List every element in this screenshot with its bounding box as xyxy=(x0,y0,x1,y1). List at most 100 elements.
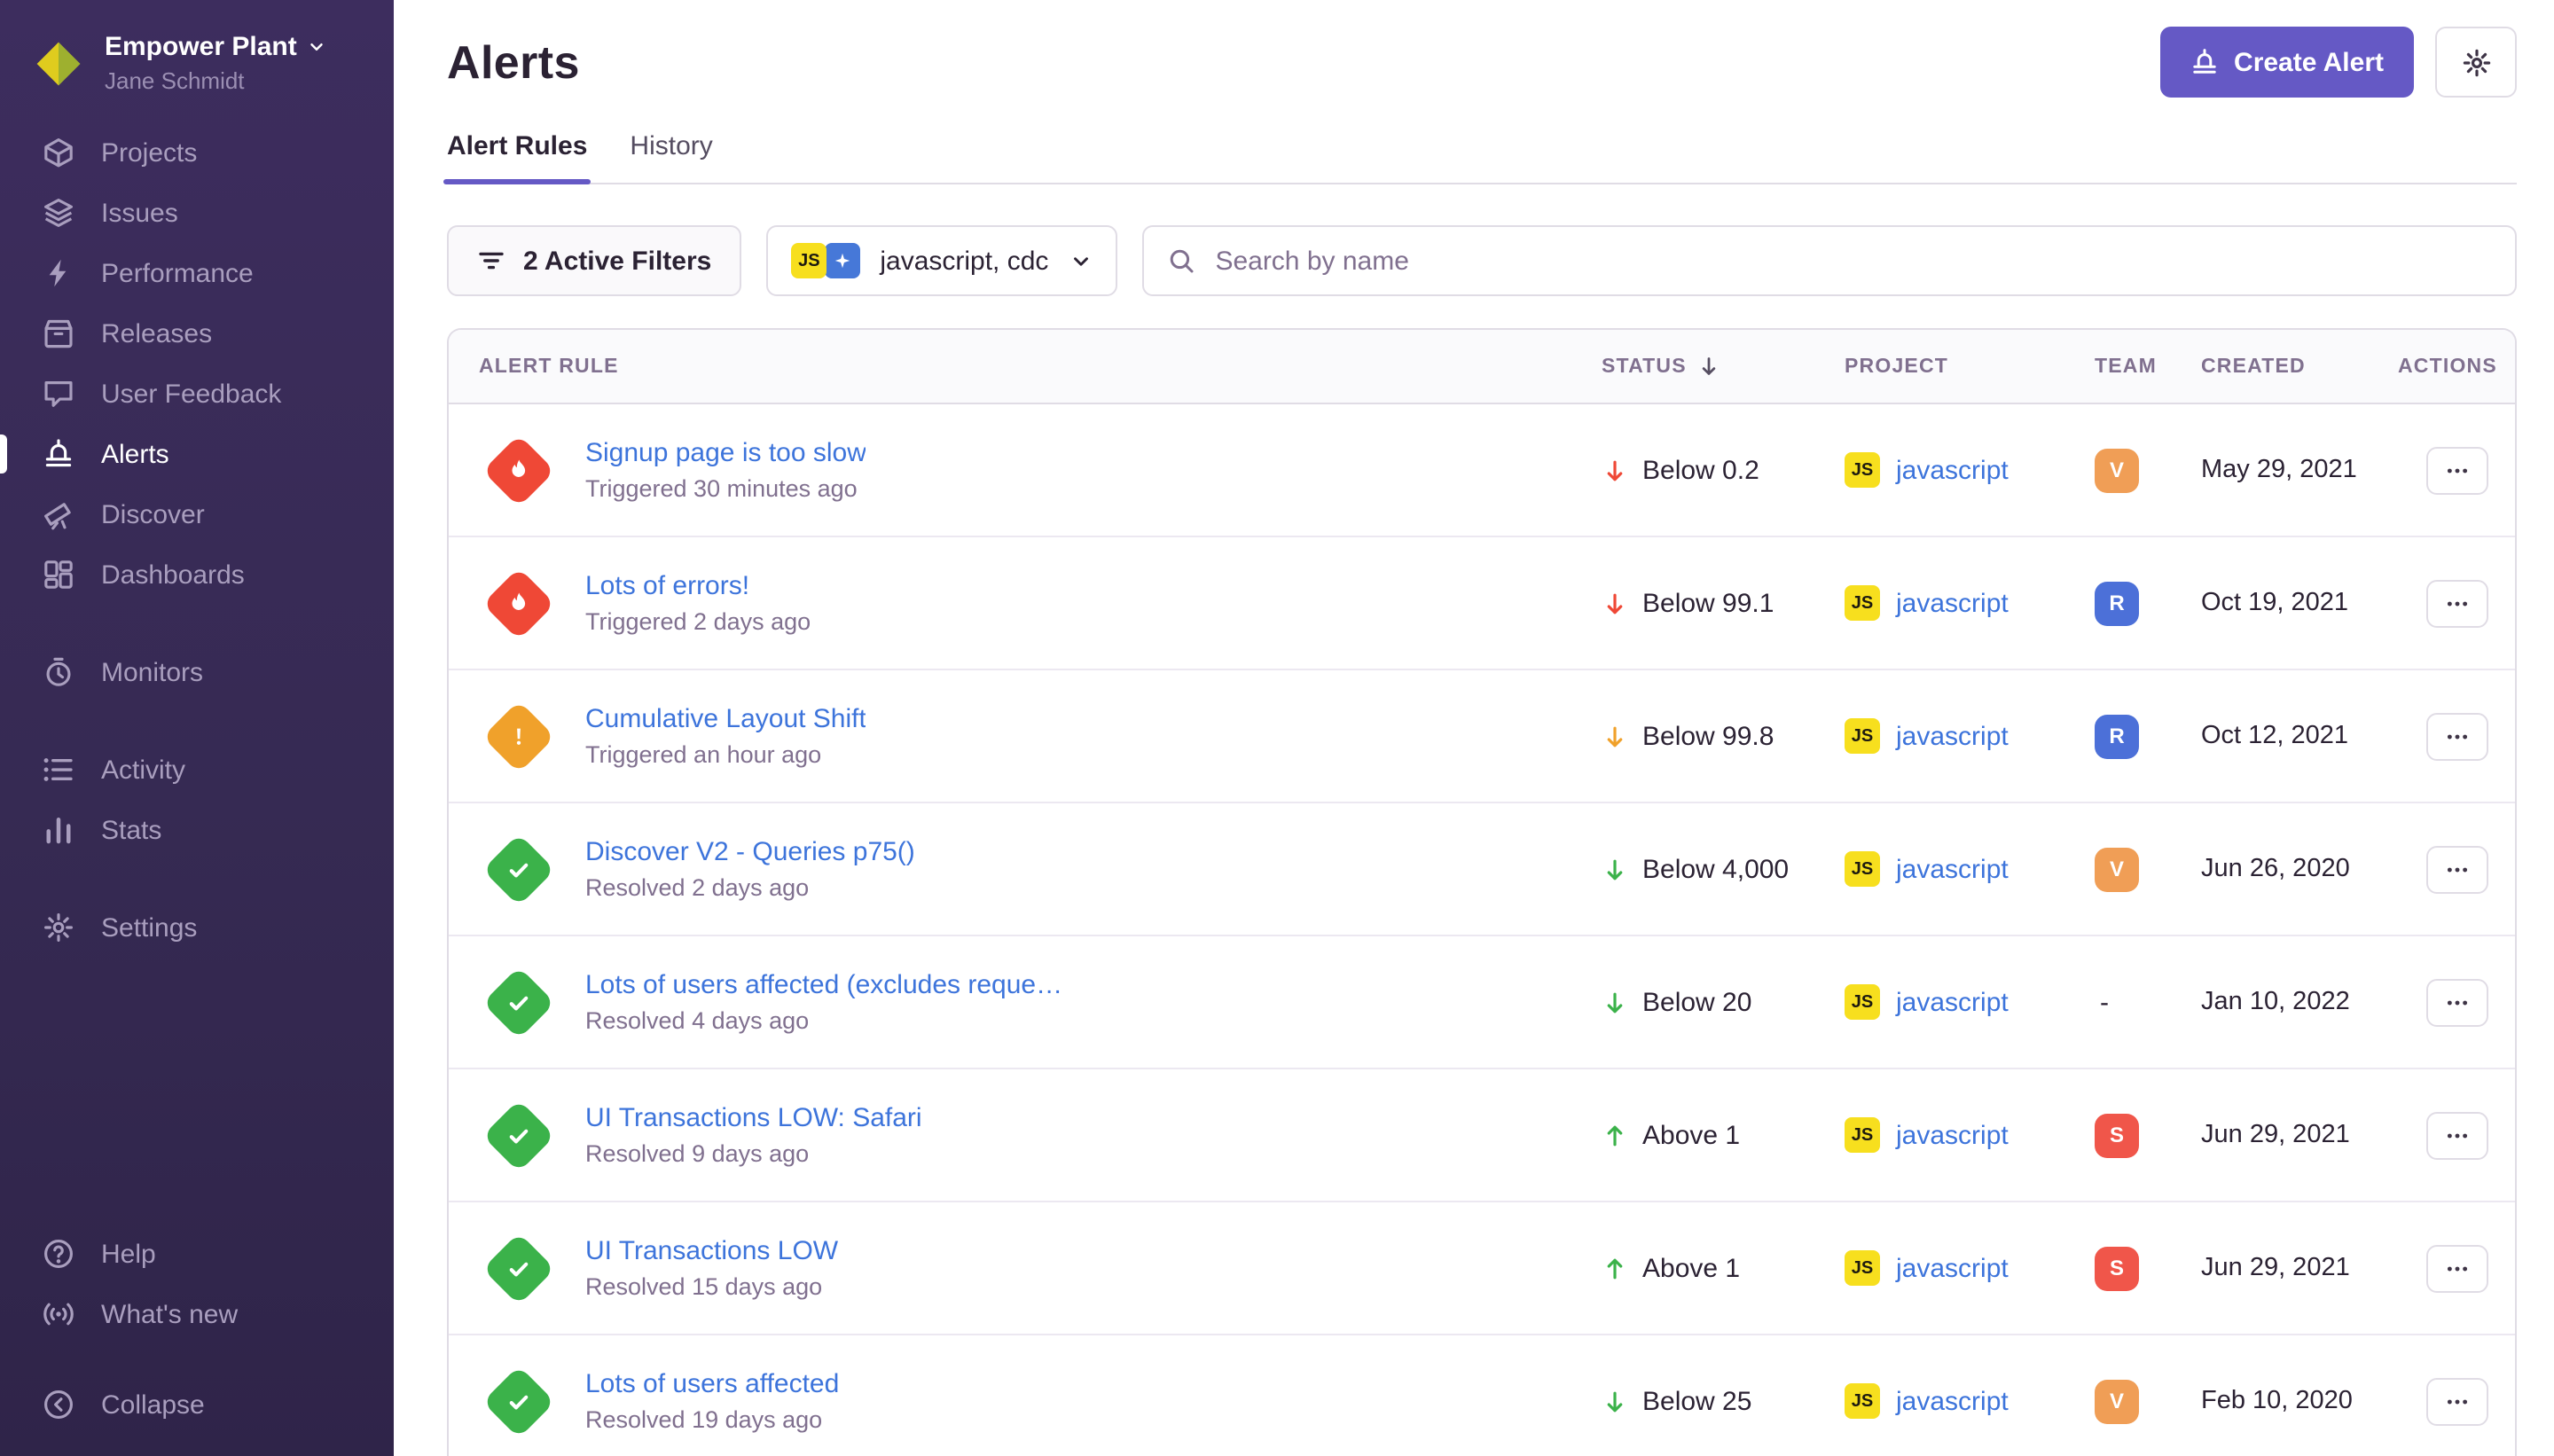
row-actions-button[interactable] xyxy=(2425,978,2487,1026)
row-actions-button[interactable] xyxy=(2425,1377,2487,1425)
alert-rule-link[interactable]: Lots of users affected (excludes reque… xyxy=(585,970,1062,1000)
trend-arrow-icon xyxy=(1602,1388,1628,1414)
ellipsis-icon xyxy=(2443,1388,2470,1414)
sidebar-footer-nav: Help What's new Collapse xyxy=(0,1224,394,1435)
team-avatar[interactable]: R xyxy=(2095,714,2139,758)
sidebar-item-stats[interactable]: Stats xyxy=(0,800,394,860)
alert-settings-button[interactable] xyxy=(2435,27,2517,98)
status-threshold: Above 1 xyxy=(1642,1120,1740,1150)
sidebar-item-issues[interactable]: Issues xyxy=(0,183,394,243)
sidebar-item-user-feedback[interactable]: User Feedback xyxy=(0,364,394,424)
alert-rule-link[interactable]: Signup page is too slow xyxy=(585,438,866,468)
column-header-team: Team xyxy=(2095,356,2201,377)
alert-type-icon xyxy=(482,1365,555,1437)
row-actions-button[interactable] xyxy=(2425,446,2487,494)
team-avatar[interactable]: R xyxy=(2095,581,2139,625)
row-actions-button[interactable] xyxy=(2425,845,2487,893)
sidebar-item-help[interactable]: Help xyxy=(0,1224,394,1284)
status-threshold: Below 99.8 xyxy=(1642,721,1774,751)
project-link[interactable]: javascript xyxy=(1896,1120,2009,1150)
team-avatar[interactable]: S xyxy=(2095,1246,2139,1290)
sidebar-item-releases[interactable]: Releases xyxy=(0,303,394,364)
warning-icon xyxy=(505,723,532,749)
project-link[interactable]: javascript xyxy=(1896,588,2009,618)
alert-rule-link[interactable]: Cumulative Layout Shift xyxy=(585,704,866,734)
no-team-dash: - xyxy=(2095,987,2109,1017)
created-date: Jun 26, 2020 xyxy=(2201,855,2398,883)
sidebar-item-projects[interactable]: Projects xyxy=(0,122,394,183)
project-link[interactable]: javascript xyxy=(1896,854,2009,884)
column-header-actions: Actions xyxy=(2398,356,2515,377)
column-header-status[interactable]: Status xyxy=(1602,355,1845,378)
stats-icon xyxy=(43,814,74,846)
ellipsis-icon xyxy=(2443,989,2470,1015)
alerts-icon xyxy=(43,438,74,470)
sidebar-item-settings[interactable]: Settings xyxy=(0,897,394,958)
alert-rule-link[interactable]: UI Transactions LOW xyxy=(585,1236,838,1266)
team-avatar[interactable]: V xyxy=(2095,847,2139,891)
alert-rule-link[interactable]: Discover V2 - Queries p75() xyxy=(585,837,915,867)
sidebar: Empower Plant Jane Schmidt Projects Issu… xyxy=(0,0,394,1456)
alert-type-icon xyxy=(482,700,555,772)
page-title: Alerts xyxy=(447,35,580,90)
sort-descending-icon xyxy=(1697,355,1720,378)
tab-alert-rules[interactable]: Alert Rules xyxy=(447,131,587,183)
issues-icon xyxy=(43,197,74,229)
check-icon xyxy=(505,1388,532,1414)
row-actions-button[interactable] xyxy=(2425,1111,2487,1159)
alert-rule-link[interactable]: Lots of users affected xyxy=(585,1369,839,1399)
created-date: Feb 10, 2020 xyxy=(2201,1387,2398,1415)
sidebar-item-monitors[interactable]: Monitors xyxy=(0,642,394,702)
alert-rule-row: Lots of users affected Resolved 19 days … xyxy=(449,1334,2515,1456)
sidebar-item-activity[interactable]: Activity xyxy=(0,740,394,800)
search-input[interactable] xyxy=(1211,244,2492,278)
org-switcher[interactable]: Empower Plant Jane Schmidt xyxy=(0,25,394,122)
search-box xyxy=(1142,225,2517,296)
project-link[interactable]: javascript xyxy=(1896,987,2009,1017)
alert-rule-last-status: Resolved 9 days ago xyxy=(585,1140,922,1167)
sidebar-item-whats-new[interactable]: What's new xyxy=(0,1284,394,1344)
ellipsis-icon xyxy=(2443,856,2470,882)
alert-rule-row: Cumulative Layout Shift Triggered an hou… xyxy=(449,669,2515,802)
table-header-row: Alert Rule Status Project Team Created A… xyxy=(449,330,2515,404)
status-threshold: Below 4,000 xyxy=(1642,854,1789,884)
activity-icon xyxy=(43,754,74,786)
sidebar-item-dashboards[interactable]: Dashboards xyxy=(0,544,394,605)
create-alert-button[interactable]: Create Alert xyxy=(2159,27,2414,98)
tab-history[interactable]: History xyxy=(630,131,712,183)
status-threshold: Below 20 xyxy=(1642,987,1751,1017)
alert-rule-last-status: Triggered 30 minutes ago xyxy=(585,475,866,502)
row-actions-button[interactable] xyxy=(2425,712,2487,760)
column-header-project: Project xyxy=(1845,356,2095,377)
projects-icon xyxy=(43,137,74,168)
project-selector[interactable]: JS javascript, cdc xyxy=(766,225,1117,296)
project-link[interactable]: javascript xyxy=(1896,1386,2009,1416)
row-actions-button[interactable] xyxy=(2425,1244,2487,1292)
user-feedback-icon xyxy=(43,378,74,410)
alert-rule-last-status: Resolved 19 days ago xyxy=(585,1406,839,1433)
team-avatar[interactable]: V xyxy=(2095,448,2139,492)
alert-rule-link[interactable]: Lots of errors! xyxy=(585,571,811,601)
alert-type-icon xyxy=(482,833,555,905)
project-link[interactable]: javascript xyxy=(1896,455,2009,485)
sidebar-item-collapse[interactable]: Collapse xyxy=(0,1374,394,1435)
help-icon xyxy=(43,1238,74,1270)
status-threshold: Below 99.1 xyxy=(1642,588,1774,618)
alert-rule-link[interactable]: UI Transactions LOW: Safari xyxy=(585,1103,922,1133)
project-link[interactable]: javascript xyxy=(1896,1253,2009,1283)
org-name: Empower Plant xyxy=(105,32,297,62)
sidebar-item-alerts[interactable]: Alerts xyxy=(0,424,394,484)
sidebar-item-performance[interactable]: Performance xyxy=(0,243,394,303)
row-actions-button[interactable] xyxy=(2425,579,2487,627)
team-avatar[interactable]: V xyxy=(2095,1379,2139,1423)
active-filters-button[interactable]: 2 Active Filters xyxy=(447,225,741,296)
whats-new-icon xyxy=(43,1298,74,1330)
created-date: Oct 19, 2021 xyxy=(2201,589,2398,617)
sidebar-item-discover[interactable]: Discover xyxy=(0,484,394,544)
ellipsis-icon xyxy=(2443,723,2470,749)
alert-rule-last-status: Resolved 15 days ago xyxy=(585,1273,838,1300)
project-link[interactable]: javascript xyxy=(1896,721,2009,751)
team-avatar[interactable]: S xyxy=(2095,1113,2139,1157)
alert-type-icon xyxy=(482,1232,555,1304)
alert-type-icon xyxy=(482,966,555,1038)
